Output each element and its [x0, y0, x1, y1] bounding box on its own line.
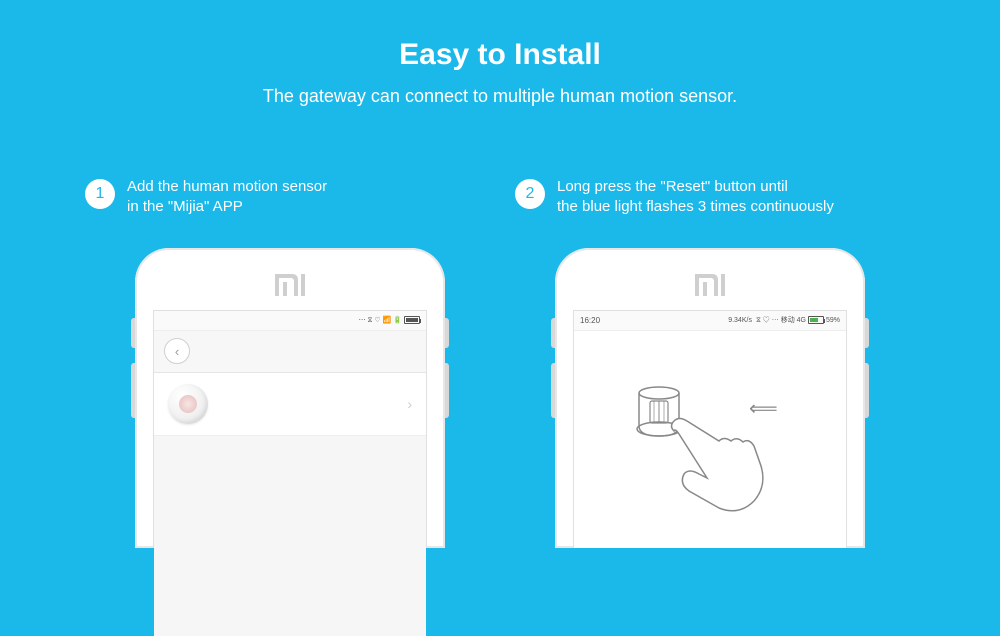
hand-pointing-icon — [669, 416, 779, 526]
arrow-left-icon: ⟸ — [749, 396, 778, 421]
page-subtitle: The gateway can connect to multiple huma… — [0, 86, 1000, 107]
battery-percent: 59% — [826, 317, 840, 324]
step-2-badge: 2 — [515, 179, 545, 209]
chevron-right-icon: › — [407, 396, 412, 412]
motion-sensor-icon — [168, 384, 208, 424]
phone-1-screen: ⋯ ⧖ ♡ 📶 🔋 ‹ › — [153, 310, 427, 548]
phone-button-icon — [131, 363, 135, 418]
status-bar: 16:20 9.34K/s ⧖ ♡ ⋯ 移动 4G 59% — [574, 311, 846, 331]
status-bar: ⋯ ⧖ ♡ 📶 🔋 — [154, 311, 426, 331]
chevron-left-icon: ‹ — [175, 344, 179, 359]
mi-logo-icon — [275, 274, 305, 296]
status-time: 16:20 — [580, 316, 600, 325]
battery-icon — [808, 316, 824, 324]
step-1-text: Add the human motion sensor in the "Miji… — [127, 177, 327, 218]
step-2: 2 Long press the "Reset" button until th… — [515, 177, 915, 218]
instruction-illustration: ⟸ — [574, 331, 846, 531]
step-2-text: Long press the "Reset" button until the … — [557, 177, 834, 218]
mi-logo-icon — [695, 274, 725, 296]
step-1-badge: 1 — [85, 179, 115, 209]
status-signal: ⧖ ♡ ⋯ 移动 4G — [756, 315, 806, 325]
phone-button-icon — [551, 363, 555, 418]
phone-2: 16:20 9.34K/s ⧖ ♡ ⋯ 移动 4G 59% — [555, 248, 865, 548]
phone-button-icon — [551, 318, 555, 348]
back-button[interactable]: ‹ — [164, 338, 190, 364]
sensor-list-item[interactable]: › — [154, 373, 426, 436]
status-icons: ⋯ ⧖ ♡ 📶 🔋 — [359, 316, 402, 325]
phone-1: ⋯ ⧖ ♡ 📶 🔋 ‹ › — [135, 248, 445, 548]
battery-icon — [404, 316, 420, 324]
empty-list-area — [154, 436, 426, 636]
phones-row: ⋯ ⧖ ♡ 📶 🔋 ‹ › 16:20 9.34K/s — [0, 248, 1000, 548]
app-nav-bar: ‹ — [154, 331, 426, 373]
steps-row: 1 Add the human motion sensor in the "Mi… — [0, 177, 1000, 218]
page-title: Easy to Install — [0, 0, 1000, 72]
phone-2-screen: 16:20 9.34K/s ⧖ ♡ ⋯ 移动 4G 59% — [573, 310, 847, 548]
phone-button-icon — [131, 318, 135, 348]
status-network: 9.34K/s — [728, 317, 752, 324]
step-1: 1 Add the human motion sensor in the "Mi… — [85, 177, 485, 218]
